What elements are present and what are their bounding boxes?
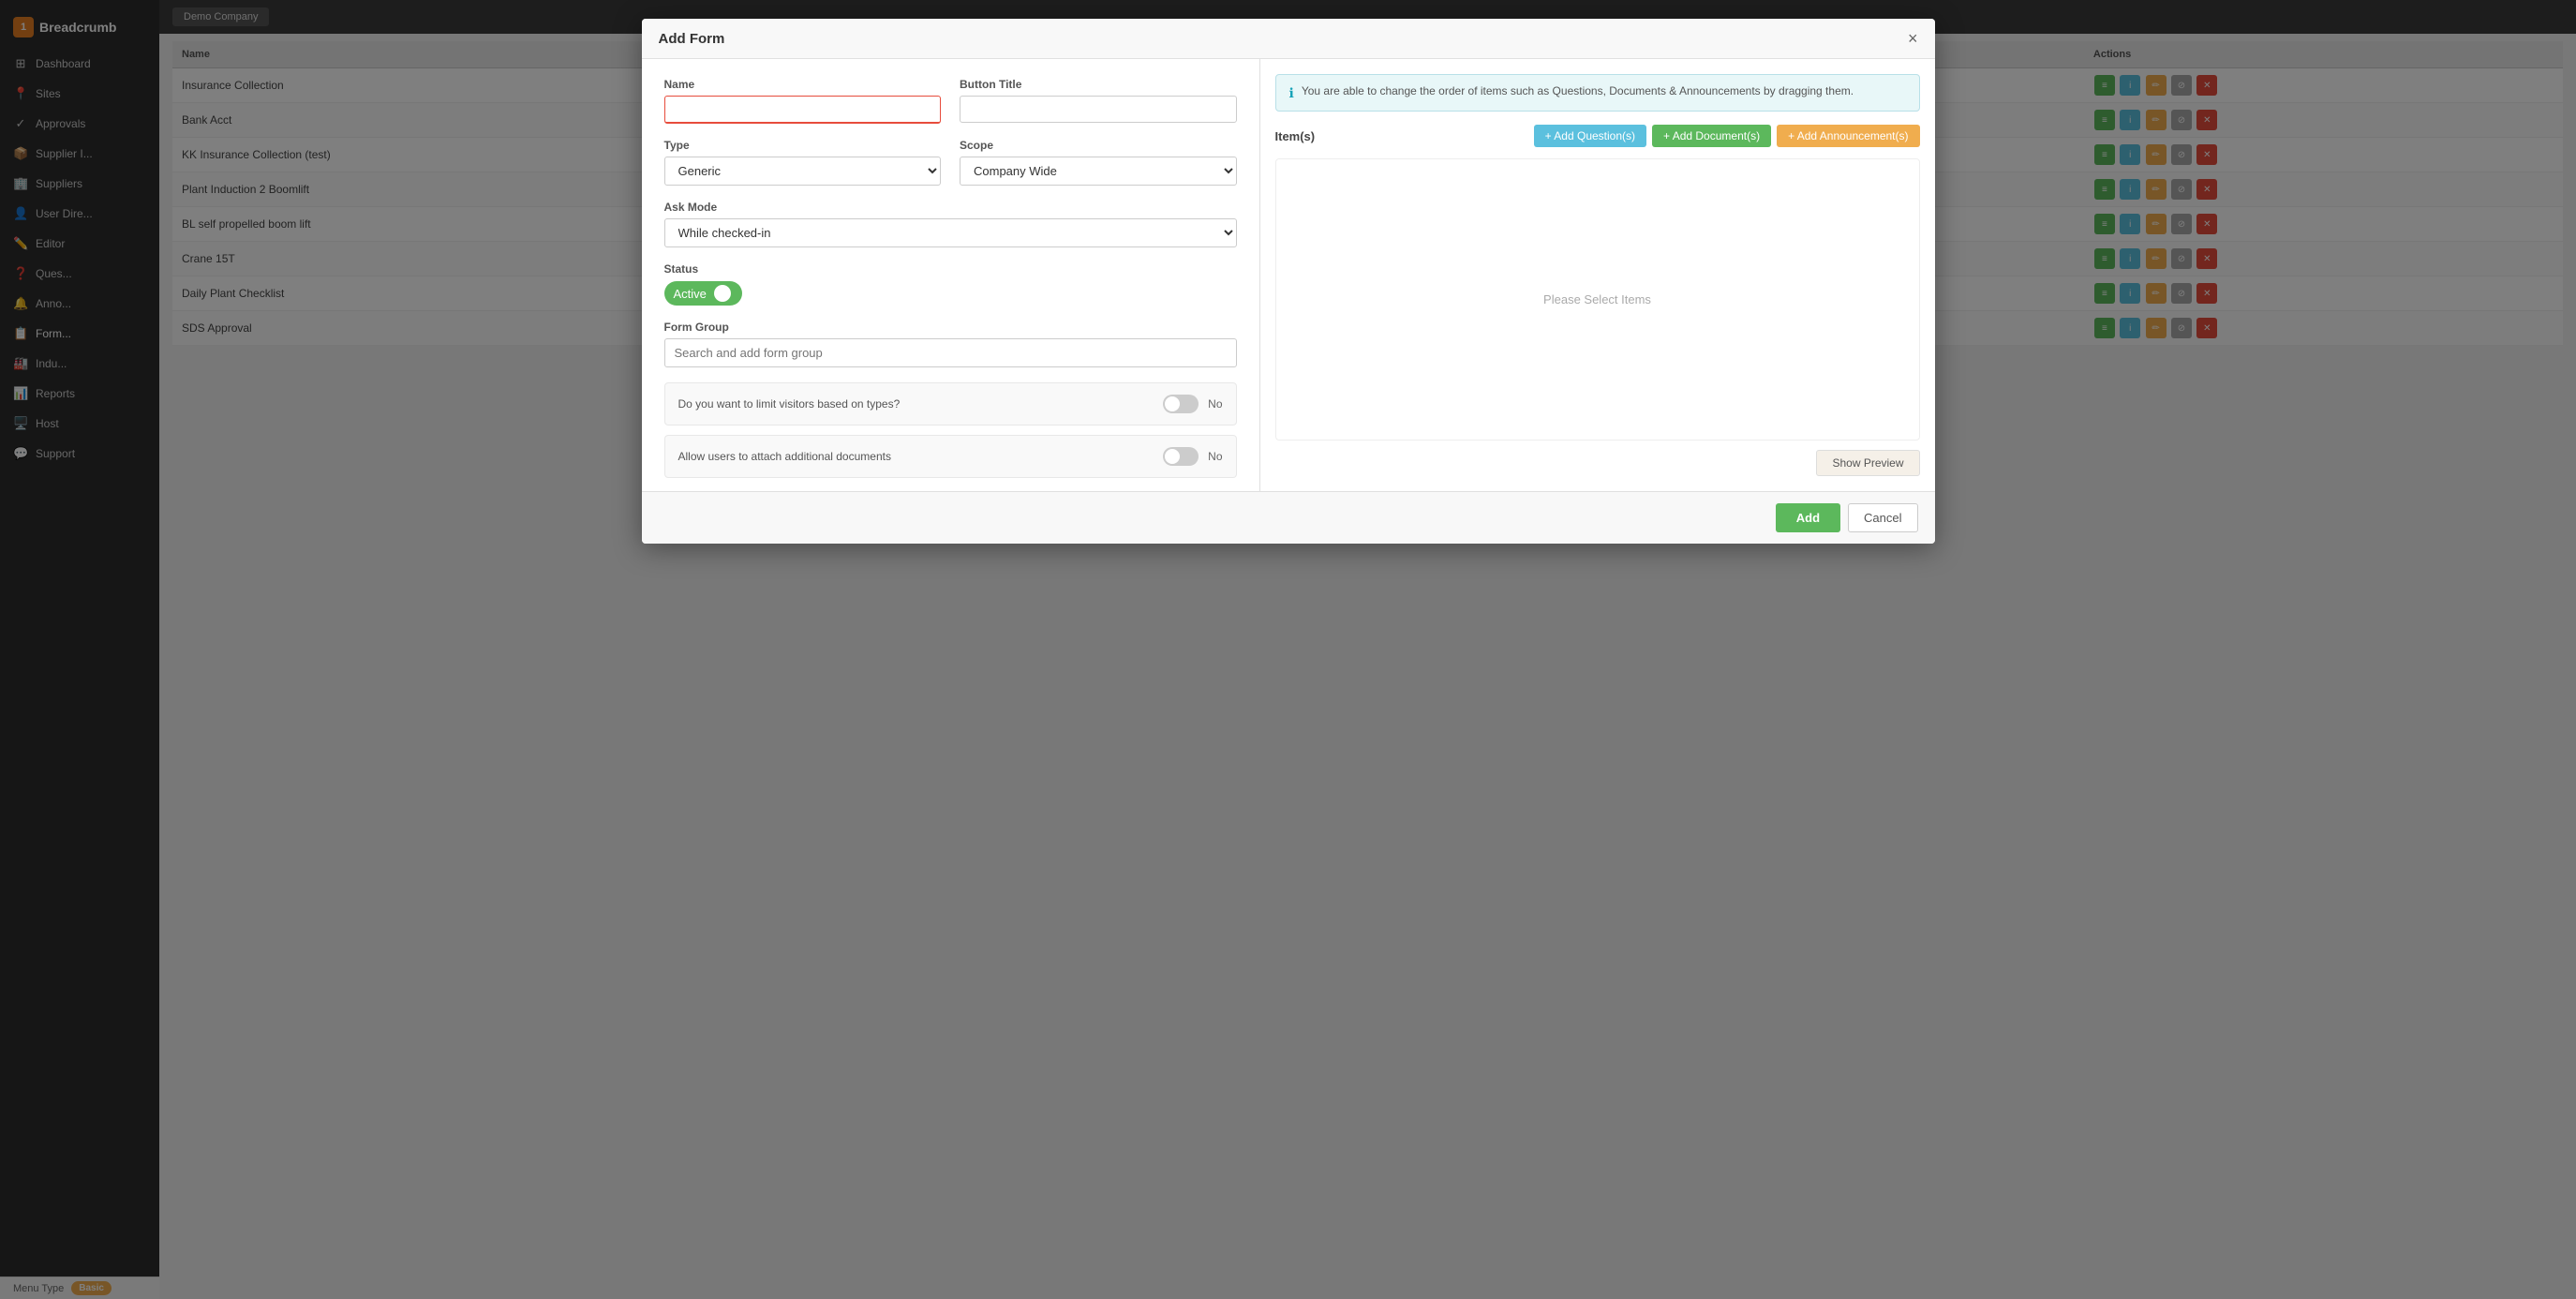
name-input[interactable] bbox=[664, 96, 942, 124]
modal-body: Name Button Title Type Generic Suppli bbox=[642, 59, 1935, 491]
right-footer: Show Preview bbox=[1275, 440, 1920, 476]
toggle-knob-inner bbox=[1165, 396, 1180, 411]
toggle-knob bbox=[714, 285, 731, 302]
ask-mode-group: Ask Mode While checked-in On check-in On… bbox=[664, 201, 1237, 247]
name-label: Name bbox=[664, 78, 942, 91]
empty-label: Please Select Items bbox=[1543, 292, 1651, 306]
form-group-search-input[interactable] bbox=[664, 338, 1237, 367]
form-group-section: Form Group bbox=[664, 321, 1237, 367]
allow-docs-row: Allow users to attach additional documen… bbox=[664, 435, 1237, 478]
info-text: You are able to change the order of item… bbox=[1302, 84, 1854, 97]
add-document-button[interactable]: + Add Document(s) bbox=[1652, 125, 1771, 147]
status-label: Status bbox=[664, 262, 1237, 276]
button-title-group: Button Title bbox=[960, 78, 1237, 124]
modal-header: Add Form × bbox=[642, 19, 1935, 59]
type-scope-row: Type Generic Supplier Form Asset Registr… bbox=[664, 139, 1237, 186]
type-select[interactable]: Generic Supplier Form Asset Registration… bbox=[664, 157, 942, 186]
type-label: Type bbox=[664, 139, 942, 152]
modal-close-button[interactable]: × bbox=[1908, 30, 1918, 47]
status-section: Status Active bbox=[664, 262, 1237, 306]
right-panel: ℹ You are able to change the order of it… bbox=[1260, 59, 1935, 491]
add-announcement-button[interactable]: + Add Announcement(s) bbox=[1777, 125, 1919, 147]
allow-docs-toggle[interactable] bbox=[1163, 447, 1199, 466]
scope-select[interactable]: Company Wide Site Specific bbox=[960, 157, 1237, 186]
modal-title: Add Form bbox=[659, 31, 725, 47]
limit-visitors-toggle[interactable] bbox=[1163, 395, 1199, 413]
status-text: Active bbox=[674, 287, 707, 301]
button-title-label: Button Title bbox=[960, 78, 1237, 91]
ask-mode-row: Ask Mode While checked-in On check-in On… bbox=[664, 201, 1237, 247]
limit-visitors-label: Do you want to limit visitors based on t… bbox=[678, 397, 1154, 411]
button-title-input[interactable] bbox=[960, 96, 1237, 123]
add-items-buttons: + Add Question(s) + Add Document(s) + Ad… bbox=[1534, 125, 1920, 147]
items-label: Item(s) bbox=[1275, 129, 1316, 143]
items-header: Item(s) + Add Question(s) + Add Document… bbox=[1275, 125, 1920, 147]
limit-visitors-no: No bbox=[1208, 397, 1222, 411]
add-question-button[interactable]: + Add Question(s) bbox=[1534, 125, 1646, 147]
allow-docs-label: Allow users to attach additional documen… bbox=[678, 450, 1154, 463]
info-banner: ℹ You are able to change the order of it… bbox=[1275, 74, 1920, 112]
items-empty-state: Please Select Items bbox=[1275, 158, 1920, 440]
add-form-modal: Add Form × Name Button Title bbox=[642, 19, 1935, 544]
ask-mode-label: Ask Mode bbox=[664, 201, 1237, 214]
name-button-title-row: Name Button Title bbox=[664, 78, 1237, 124]
type-group: Type Generic Supplier Form Asset Registr… bbox=[664, 139, 942, 186]
left-panel: Name Button Title Type Generic Suppli bbox=[642, 59, 1260, 491]
toggle-knob-docs bbox=[1165, 449, 1180, 464]
scope-label: Scope bbox=[960, 139, 1237, 152]
allow-docs-no: No bbox=[1208, 450, 1222, 463]
form-group-label: Form Group bbox=[664, 321, 1237, 334]
show-preview-button[interactable]: Show Preview bbox=[1816, 450, 1919, 476]
add-button[interactable]: Add bbox=[1776, 503, 1840, 532]
cancel-button[interactable]: Cancel bbox=[1848, 503, 1917, 532]
status-badge[interactable]: Active bbox=[664, 281, 742, 306]
name-group: Name bbox=[664, 78, 942, 124]
modal-footer: Add Cancel bbox=[642, 491, 1935, 544]
limit-visitors-row: Do you want to limit visitors based on t… bbox=[664, 382, 1237, 426]
ask-mode-select[interactable]: While checked-in On check-in On check-ou… bbox=[664, 218, 1237, 247]
scope-group: Scope Company Wide Site Specific bbox=[960, 139, 1237, 186]
modal-overlay: Add Form × Name Button Title bbox=[0, 0, 2576, 1299]
info-icon: ℹ bbox=[1289, 85, 1294, 101]
